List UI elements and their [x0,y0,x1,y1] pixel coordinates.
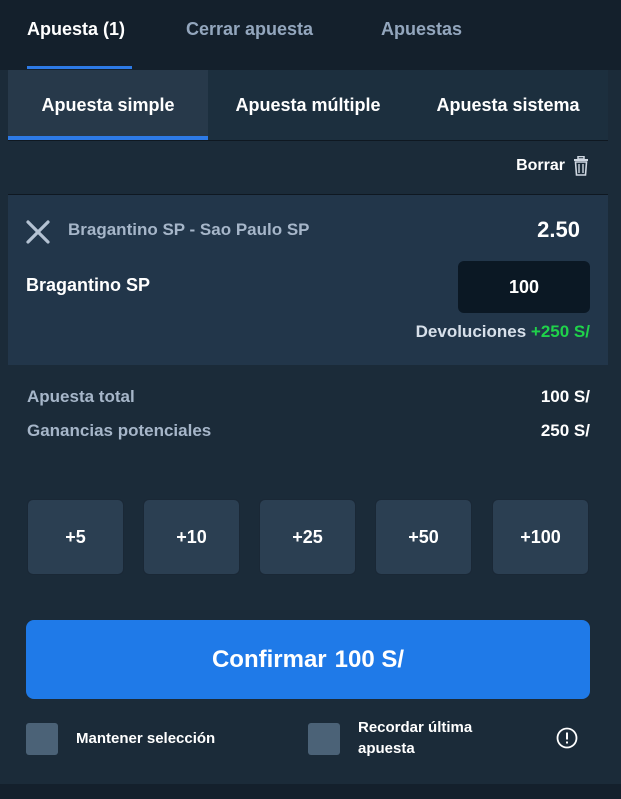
potential-winnings-value: 250 S/ [540,421,590,440]
bet-type-tabs: Apuesta simple Apuesta múltiple Apuesta … [8,70,608,140]
match-name: Bragantino SP - Sao Paulo SP [68,220,310,239]
stake-input[interactable] [458,261,590,313]
tab-single-bet-label: Apuesta simple [41,94,175,115]
quick-stake-5-button[interactable]: +5 [27,499,124,575]
remember-last-bet-checkbox[interactable] [308,723,340,755]
clear-label: Borrar [516,157,565,174]
trash-icon [574,156,588,176]
bet-selection-card: Bragantino SP - Sao Paulo SP 2.50 Bragan… [8,195,608,365]
tab-multiple-bet-label: Apuesta múltiple [235,94,381,115]
returns-value: +250 S/ [530,322,590,341]
tab-cash-out[interactable]: Cerrar apuesta [186,19,313,40]
bottom-bar [0,784,621,799]
quick-stake-50-button[interactable]: +50 [375,499,472,575]
tab-bet-slip[interactable]: Apuesta (1) [27,19,125,40]
tab-multiple-bet[interactable]: Apuesta múltiple [208,70,408,140]
bet-slip-tabs: Apuesta (1) Cerrar apuesta Apuestas [0,0,621,70]
tab-system-bet[interactable]: Apuesta sistema [408,70,608,140]
info-icon[interactable] [556,727,578,749]
potential-winnings-label: Ganancias potenciales [27,421,212,440]
total-stake-label: Apuesta total [27,387,135,406]
confirm-amount: 100 S/ [334,645,405,673]
divider [8,140,608,141]
odds-value: 2.50 [537,217,580,242]
selection-name: Bragantino SP [26,275,151,295]
keep-selection-checkbox[interactable] [26,723,58,755]
remember-label-line1: Recordar última [358,719,473,736]
remove-selection-icon[interactable] [25,219,51,245]
tab-system-bet-label: Apuesta sistema [436,94,580,115]
confirm-label: Confirmar [211,645,327,673]
confirm-bet-button[interactable]: Confirmar 100 S/ [26,620,590,699]
total-stake-value: 100 S/ [540,387,590,406]
clear-button[interactable]: Borrar [516,156,589,176]
remember-label-line2: apuesta [358,740,415,757]
quick-stake-10-button[interactable]: +10 [143,499,240,575]
active-tab-indicator [27,66,132,69]
returns-line: Devoluciones +250 S/ [416,322,590,342]
returns-label: Devoluciones [415,322,527,341]
keep-selection-label: Mantener selección [76,730,216,747]
quick-stake-100-button[interactable]: +100 [492,499,589,575]
quick-stake-25-button[interactable]: +25 [259,499,356,575]
remember-last-bet-label: Recordar última apuesta [358,717,472,759]
tab-single-bet[interactable]: Apuesta simple [8,70,208,140]
tab-my-bets[interactable]: Apuestas [381,19,462,40]
